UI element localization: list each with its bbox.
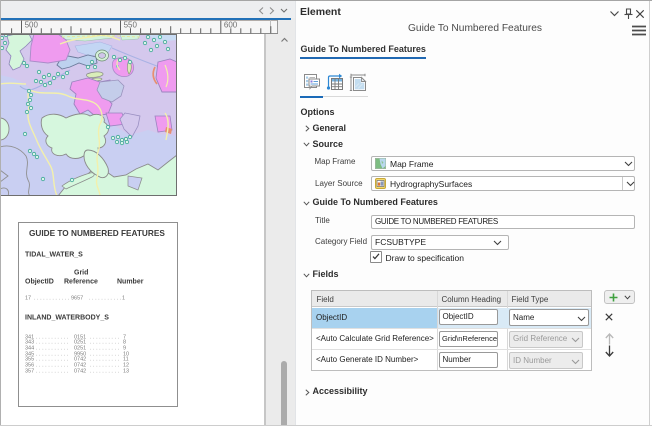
svg-text:500: 500 [25,21,39,30]
svg-text:600: 600 [224,21,238,30]
svg-text:550: 550 [124,21,138,30]
